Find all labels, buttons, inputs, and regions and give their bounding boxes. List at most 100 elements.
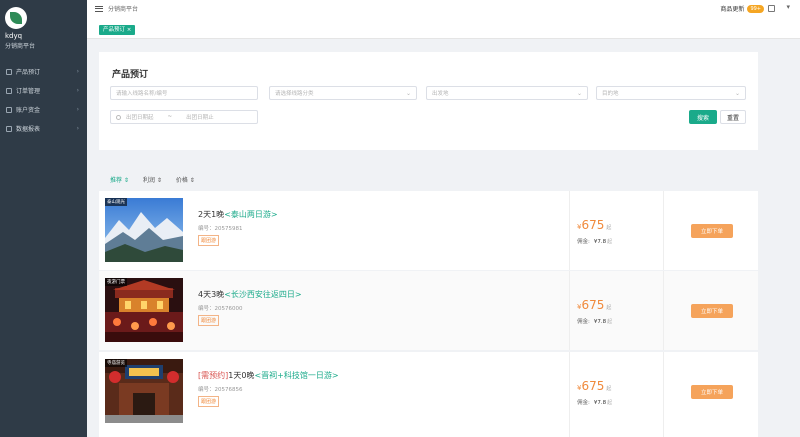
sidebar-item-product-booking[interactable]: 产品预订 ›	[0, 62, 87, 81]
category-placeholder: 请选择线路分类	[275, 91, 314, 97]
category-select[interactable]: 请选择线路分类 ⌄	[269, 86, 417, 100]
product-row: 寺庙游览 [需预约]1天0晚<晋祠+科技馆一日游> 编号：20576856 跟团…	[99, 352, 758, 437]
image-tag: 夜游门票	[105, 278, 127, 286]
price-value: 675	[581, 379, 605, 393]
user-name: kdyq	[5, 32, 23, 40]
top-bar: 分销商平台 商品更新 99+ ▾	[87, 0, 800, 17]
clock-icon	[116, 114, 121, 120]
sidebar-item-order-management[interactable]: 订单管理 ›	[0, 81, 87, 100]
price-unit: 起	[606, 225, 612, 231]
title-main: 4天3晚	[198, 290, 225, 299]
wallet-icon	[6, 106, 12, 113]
tab-label: 产品预订	[103, 27, 126, 33]
order-now-button[interactable]: 立即下单	[691, 224, 733, 238]
chevron-right-icon: ›	[76, 87, 79, 94]
tab-product-booking[interactable]: 产品预订 ×	[99, 25, 136, 35]
commission-value: ¥7.8	[593, 319, 607, 325]
sidebar-item-account-funds[interactable]: 账户资金 ›	[0, 100, 87, 119]
mountain-image	[105, 198, 183, 262]
sidebar-menu: 产品预订 › 订单管理 › 账户资金 › 数据报表 ›	[0, 62, 87, 138]
image-tag: 寺庙游览	[105, 359, 127, 367]
notice-link[interactable]: 商品更新 99+	[720, 4, 764, 13]
price-unit: 起	[606, 305, 612, 311]
title-main: 2天1晚	[198, 210, 225, 219]
sort-price[interactable]: 价格 ⇕	[176, 175, 195, 184]
image-tag: 泰山观光	[105, 198, 127, 206]
commission: 佣金: ¥7.8起	[577, 237, 612, 245]
user-role: 分销商平台	[5, 43, 36, 50]
title-prefix: [需预约]	[198, 371, 229, 380]
search-button[interactable]: 搜索	[689, 110, 717, 124]
destination-select[interactable]: 目的地 ⌄	[596, 86, 746, 100]
commission-value: ¥7.8	[593, 400, 607, 406]
title-highlight: <泰山两日游>	[224, 210, 278, 219]
product-title[interactable]: [需预约]1天0晚<晋祠+科技馆一日游>	[198, 370, 339, 381]
product-image[interactable]: 泰山观光	[105, 198, 183, 262]
chart-icon	[6, 125, 12, 132]
chevron-right-icon: ›	[76, 125, 79, 132]
departure-select[interactable]: 出发地 ⌄	[426, 86, 588, 100]
chevron-down-icon: ⌄	[405, 89, 411, 97]
notice-badge: 99+	[747, 4, 764, 13]
tab-strip: 产品预订 ×	[87, 17, 800, 39]
order-now-button[interactable]: 立即下单	[691, 385, 733, 399]
order-icon	[6, 87, 12, 94]
commission: 佣金: ¥7.8起	[577, 317, 612, 325]
sort-profit[interactable]: 利润 ⇕	[143, 175, 162, 184]
divider	[663, 271, 664, 350]
divider	[569, 271, 570, 350]
sort-bar: 推荐 ⇕ 利润 ⇕ 价格 ⇕	[110, 175, 209, 184]
keyword-input[interactable]: 请输入线路名称/编号	[110, 86, 258, 100]
notice-label: 商品更新	[720, 6, 745, 13]
chevron-right-icon: ›	[76, 68, 79, 75]
product-price: ¥675 起	[577, 375, 611, 394]
keyword-placeholder: 请输入线路名称/编号	[116, 91, 168, 97]
divider	[663, 191, 664, 270]
commission-label: 佣金:	[577, 400, 590, 406]
page-title: 产品预订	[112, 70, 149, 80]
product-image[interactable]: 夜游门票	[105, 278, 183, 342]
price-value: 675	[581, 298, 605, 312]
hamburger-icon[interactable]	[95, 5, 103, 12]
commission-value: ¥7.8	[593, 239, 607, 245]
product-title[interactable]: 4天3晚<长沙西安往返四日>	[198, 289, 302, 300]
sidebar-item-data-report[interactable]: 数据报表 ›	[0, 119, 87, 138]
chevron-down-icon[interactable]: ▾	[786, 3, 790, 11]
product-image[interactable]: 寺庙游览	[105, 359, 183, 423]
product-type-badge: 跟团游	[198, 396, 220, 407]
title-highlight: <长沙西安往返四日>	[224, 290, 302, 299]
commission-unit: 起	[607, 400, 613, 406]
sidebar-item-label: 产品预订	[16, 69, 41, 76]
temple-image	[105, 359, 183, 423]
sidebar: kdyq 分销商平台 产品预订 › 订单管理 › 账户资金 › 数据报表 ›	[0, 0, 87, 437]
chevron-right-icon: ›	[76, 106, 79, 113]
product-price: ¥675 起	[577, 294, 611, 313]
commission-unit: 起	[607, 319, 613, 325]
commission-unit: 起	[607, 239, 613, 245]
product-price: ¥675 起	[577, 214, 611, 233]
platform-title: 分销商平台	[108, 6, 139, 13]
logo	[5, 7, 27, 29]
chevron-down-icon: ⌄	[576, 89, 582, 97]
sidebar-item-label: 订单管理	[16, 88, 41, 95]
date-separator: ~	[167, 114, 173, 120]
list-icon	[6, 68, 12, 75]
reset-button[interactable]: 重置	[720, 110, 746, 124]
sidebar-item-label: 数据报表	[16, 126, 41, 133]
product-type-badge: 跟团游	[198, 235, 220, 246]
fullscreen-icon[interactable]	[768, 5, 775, 12]
product-row: 泰山观光 2天1晚<泰山两日游> 编号：20575981 跟团游 ¥675 起 佣…	[99, 191, 758, 270]
product-title[interactable]: 2天1晚<泰山两日游>	[198, 209, 278, 220]
sort-recommend[interactable]: 推荐 ⇕	[110, 175, 129, 184]
date-range-picker[interactable]: 出团日期起 ~ 出团日期止	[110, 110, 258, 124]
product-code: 编号：20576856	[198, 387, 243, 393]
end-date-placeholder: 出团日期止	[186, 115, 214, 121]
product-type-badge: 跟团游	[198, 315, 220, 326]
price-value: 675	[581, 218, 605, 232]
order-now-button[interactable]: 立即下单	[691, 304, 733, 318]
destination-placeholder: 目的地	[602, 91, 619, 97]
divider	[569, 191, 570, 270]
commission-label: 佣金:	[577, 319, 590, 325]
title-highlight: <晋祠+科技馆一日游>	[254, 371, 339, 380]
product-code: 编号：20575981	[198, 226, 243, 232]
